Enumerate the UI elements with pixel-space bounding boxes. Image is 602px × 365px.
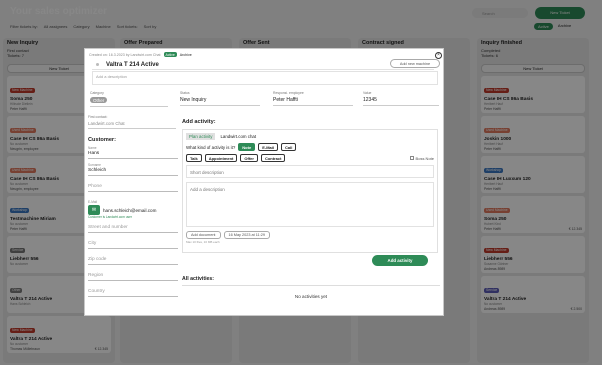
street-input[interactable]: Street and number — [88, 225, 178, 233]
activity-kind-question: What kind of activity is it? — [186, 144, 236, 150]
call-button[interactable]: Call — [280, 143, 297, 151]
status-dot-icon — [96, 63, 99, 66]
tab-plan-activity[interactable]: Plan activity — [186, 133, 216, 140]
contract-button[interactable]: Contract — [260, 154, 286, 162]
checkbox-icon[interactable] — [409, 156, 414, 160]
employee-select[interactable]: Peter Haffti — [273, 97, 353, 106]
activity-actions: Add document 16 May 2023 at 11:29 — [186, 231, 434, 239]
employee-field[interactable]: Responsi. employee Peter Haffti — [273, 91, 353, 106]
email-input[interactable]: hans.schleich@email.com — [103, 208, 156, 213]
activity-form: Plan activity Landwirt.com chat What kin… — [182, 129, 438, 253]
mail-icon[interactable]: ✉ — [88, 205, 100, 215]
activity-panel: Add activity: Plan activity Landwirt.com… — [182, 119, 440, 317]
email-row: ✉ hans.schleich@email.com — [88, 205, 178, 215]
modal-meta: Created on: 16.3.2023 by Landwirt.com Ch… — [89, 52, 192, 57]
zip-input[interactable]: Zip code — [88, 257, 178, 265]
first-contact-label: First contact: — [88, 115, 108, 119]
employee-label: Responsi. employee — [273, 91, 304, 95]
first-contact-value: Landwirt.com Chat — [88, 121, 176, 129]
first-contact-field: First contact: Landwirt.com Chat — [88, 115, 176, 129]
category-select[interactable]: Other — [90, 97, 108, 103]
value-field[interactable]: Value 12345 — [363, 91, 439, 106]
short-description-input[interactable]: Short description — [186, 165, 434, 178]
country-input[interactable]: Country — [88, 289, 178, 297]
document-hint: Max 10 files, 10 MB each — [186, 240, 220, 244]
talk-button[interactable]: Talk — [186, 154, 202, 162]
status-badge: Active — [163, 52, 177, 57]
phone-input[interactable]: Phone — [88, 184, 178, 192]
created-info: Created on: 16.3.2023 by Landwirt.com Ch… — [89, 52, 161, 57]
ticket-title: Valtra T 214 Active — [106, 62, 159, 68]
ticket-modal: Created on: 16.3.2023 by Landwirt.com Ch… — [84, 48, 444, 316]
add-activity-heading: Add activity: — [182, 119, 216, 125]
add-document-button[interactable]: Add document — [186, 231, 221, 239]
city-input[interactable]: City — [88, 241, 178, 249]
region-input[interactable]: Region — [88, 273, 178, 281]
description-input[interactable]: Add a description — [92, 71, 438, 85]
archive-link[interactable]: Archive — [180, 53, 192, 57]
name-label: Name — [88, 146, 97, 150]
offer-button[interactable]: Offer — [240, 154, 258, 162]
email-button[interactable]: E-Mail — [258, 143, 278, 151]
name-input[interactable]: Hans — [88, 151, 178, 159]
activity-tabs: Plan activity Landwirt.com chat — [186, 133, 434, 140]
boss-note-toggle[interactable]: Boss Note — [409, 155, 434, 161]
activity-kind-row: What kind of activity is it? Note E-Mail… — [186, 143, 434, 151]
all-activities-heading: All activities: — [182, 276, 440, 286]
no-activities-text: No activities yet — [294, 294, 328, 299]
email-label: E-Mail — [88, 200, 98, 204]
ticket-title-input[interactable]: Valtra T 214 Active — [92, 59, 434, 70]
customer-panel: Customer: Name Hans Surname Schleich Pho… — [88, 137, 178, 335]
boss-note-label: Boss Note — [415, 155, 434, 161]
close-icon[interactable]: × — [435, 52, 442, 59]
value-label: Value — [363, 91, 372, 95]
value-input[interactable]: 12345 — [363, 97, 439, 106]
tab-landwirt-chat[interactable]: Landwirt.com chat — [217, 133, 259, 140]
status-select[interactable]: New Inquiry — [180, 97, 260, 106]
category-label: Category — [90, 91, 104, 95]
add-machine-button[interactable]: Add new machine — [390, 59, 440, 68]
surname-label: Surname — [88, 163, 101, 167]
appointment-button[interactable]: Appointment — [204, 154, 238, 162]
category-field[interactable]: Category Other — [90, 91, 168, 107]
note-button[interactable]: Note — [238, 143, 256, 151]
status-label: Status — [180, 91, 190, 95]
status-field[interactable]: Status New Inquiry — [180, 91, 260, 106]
customer-heading: Customer: — [88, 137, 116, 143]
activity-kind-row-2: Talk Appointment Offer Contract Boss Not… — [186, 154, 434, 162]
add-activity-button[interactable]: Add activity — [372, 255, 428, 266]
surname-input[interactable]: Schleich — [88, 168, 178, 176]
activity-description-input[interactable]: Add a description — [186, 182, 434, 227]
date-picker[interactable]: 16 May 2023 at 11:29 — [223, 231, 270, 239]
customer-user-link[interactable]: Customer is Landwirt.com user — [88, 215, 178, 219]
